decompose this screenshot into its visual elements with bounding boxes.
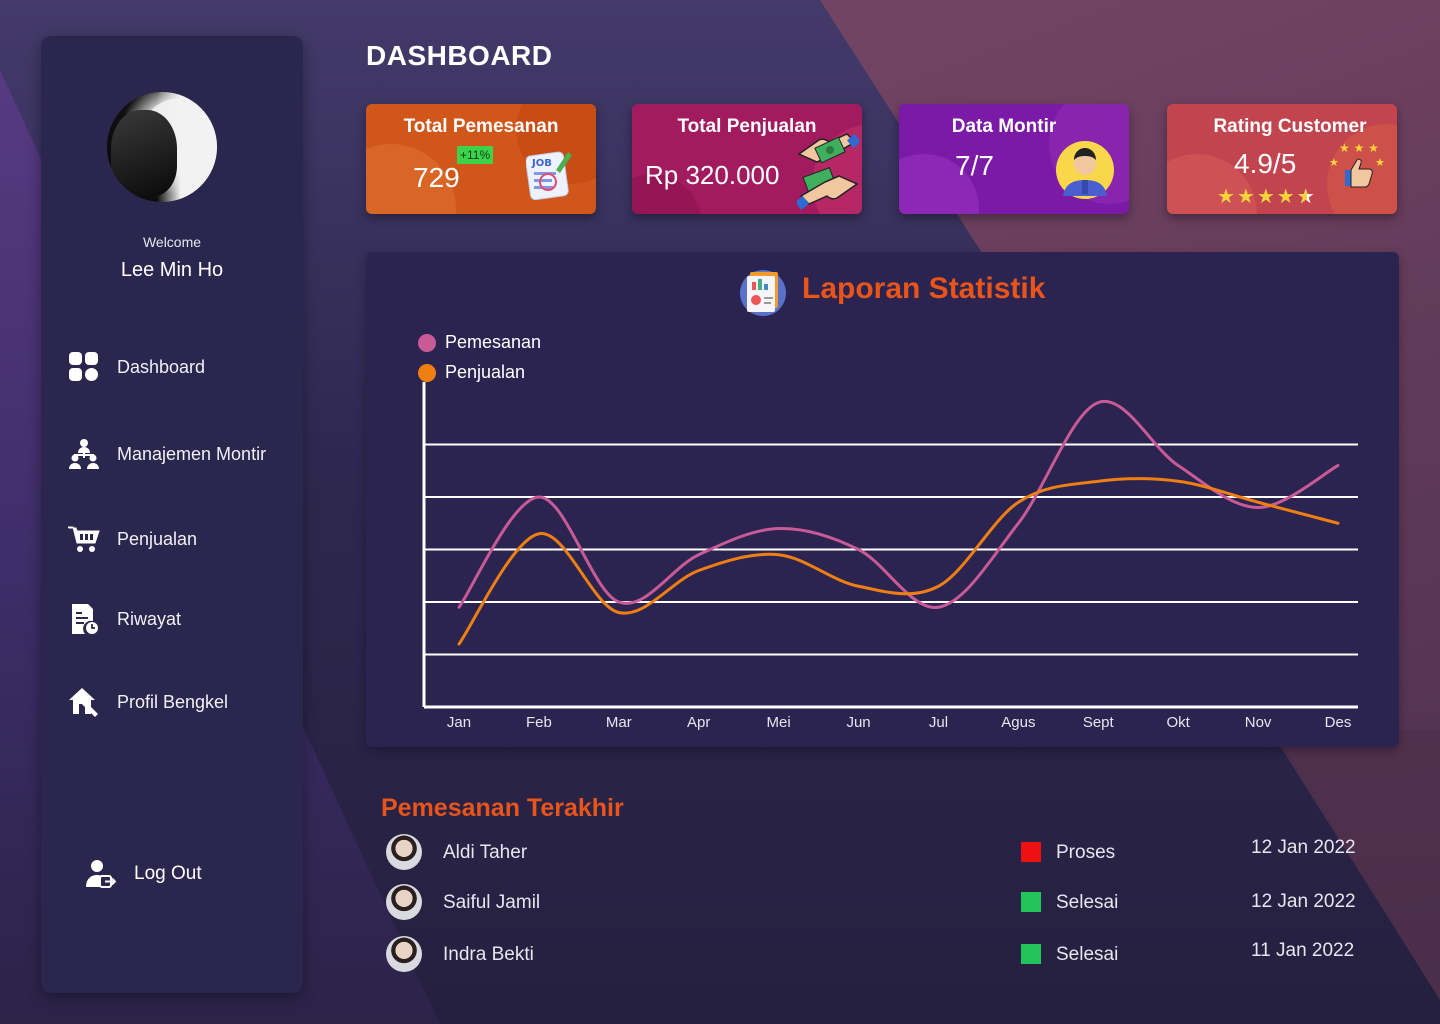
- nav-profil-bengkel[interactable]: Profil Bengkel: [67, 685, 228, 719]
- status-indicator: [1021, 892, 1041, 912]
- order-row[interactable]: Saiful Jamil Selesai 12 Jan 2022: [386, 884, 1366, 924]
- team-hierarchy-icon: [67, 437, 101, 471]
- x-tick-label: Jan: [447, 714, 471, 731]
- rating-stars: ★★★★★★: [1217, 186, 1317, 208]
- money-exchange-icon: [794, 132, 862, 214]
- svg-text:★ ★ ★: ★ ★ ★: [1339, 141, 1379, 155]
- order-date: 12 Jan 2022: [1251, 891, 1356, 912]
- card-total-penjualan[interactable]: Total Penjualan Rp 320.000: [632, 104, 862, 214]
- order-status: Proses: [1056, 842, 1116, 863]
- card-title: Total Pemesanan: [403, 116, 559, 137]
- order-status: Selesai: [1056, 892, 1119, 913]
- x-tick-label: Feb: [526, 714, 552, 731]
- nav-penjualan[interactable]: Penjualan: [67, 522, 197, 556]
- x-tick-label: Jun: [846, 714, 870, 731]
- status-indicator: [1021, 842, 1041, 862]
- x-tick-label: Okt: [1167, 714, 1191, 731]
- svg-text:★: ★: [1329, 156, 1339, 169]
- nav-riwayat[interactable]: Riwayat: [67, 602, 181, 636]
- series-line-penjualan: [457, 477, 1340, 646]
- nav-riwayat-label: Riwayat: [117, 608, 182, 629]
- card-data-montir[interactable]: Data Montir 7/7: [899, 104, 1129, 214]
- growth-badge: +11%: [457, 146, 494, 164]
- logout-button[interactable]: Log Out: [85, 858, 202, 890]
- recent-orders-title: Pemesanan Terakhir: [381, 794, 624, 822]
- customer-avatar: [386, 884, 422, 920]
- nav-penjualan-label: Penjualan: [117, 528, 198, 549]
- x-tick-label: Jul: [929, 714, 948, 731]
- x-tick-label: Apr: [687, 714, 710, 731]
- nav-profil-bengkel-label: Profil Bengkel: [117, 691, 229, 712]
- x-tick-label: Agus: [1001, 714, 1035, 731]
- customer-name: Aldi Taher: [443, 842, 528, 863]
- customer-name: Indra Bekti: [443, 944, 534, 965]
- order-row[interactable]: Aldi Taher Proses 12 Jan 2022: [386, 834, 1366, 874]
- order-row[interactable]: Indra Bekti Selesai 11 Jan 2022: [386, 936, 1366, 976]
- card-title: Rating Customer: [1213, 116, 1367, 137]
- card-total-pemesanan[interactable]: Total Pemesanan 729 +11% JOB: [366, 104, 596, 214]
- username: Lee Min Ho: [120, 259, 224, 281]
- customer-avatar: [386, 834, 422, 870]
- card-title: Data Montir: [951, 116, 1057, 137]
- shopping-cart-icon: [67, 522, 101, 556]
- x-tick-label: Mei: [767, 714, 791, 731]
- svg-text:JOB: JOB: [531, 158, 552, 169]
- page-title: DASHBOARD: [366, 40, 553, 71]
- customer-name: Saiful Jamil: [443, 892, 541, 913]
- house-wrench-icon: [67, 685, 101, 719]
- card-value: 729: [413, 162, 460, 193]
- mechanic-avatar-icon: [1055, 140, 1115, 205]
- user-logout-icon: [85, 858, 117, 890]
- svg-text:★: ★: [1375, 156, 1385, 169]
- x-tick-label: Mar: [606, 714, 632, 731]
- thumbs-up-stars-icon: ★ ★ ★ ★ ★: [1329, 140, 1387, 197]
- nav-dashboard[interactable]: Dashboard: [67, 350, 205, 384]
- nav-manajemen-montir[interactable]: Manajemen Montir: [67, 437, 266, 471]
- status-indicator: [1021, 944, 1041, 964]
- line-chart: Jan Feb Mar Apr Mei Jun Jul Agus Sept Okt Nov Des: [422, 382, 1358, 731]
- card-value: Rp 320.000: [645, 160, 780, 190]
- welcome-label: Welcome: [142, 234, 202, 250]
- nav-dashboard-label: Dashboard: [117, 356, 206, 377]
- x-tick-label: Sept: [1083, 714, 1115, 731]
- card-value: 4.9/5: [1234, 148, 1297, 179]
- document-history-icon: [67, 602, 101, 636]
- chart-panel: Laporan Statistik Pemesanan Penjualan Ja…: [366, 252, 1399, 747]
- card-rating-customer[interactable]: Rating Customer 4.9/5 ★★★★★★ ★ ★ ★★ ★: [1167, 104, 1397, 214]
- x-tick-label: Nov: [1245, 714, 1272, 731]
- order-status: Selesai: [1056, 944, 1119, 965]
- logout-label: Log Out: [134, 863, 202, 884]
- x-tick-label: Des: [1325, 714, 1352, 731]
- card-value: 7/7: [955, 150, 994, 181]
- job-document-icon: JOB: [525, 148, 574, 205]
- customer-avatar: [386, 936, 422, 972]
- user-avatar[interactable]: [107, 92, 217, 202]
- sidebar: Welcome Lee Min Ho Dashboard Manajemen M…: [41, 36, 303, 993]
- nav-manajemen-montir-label: Manajemen Montir: [117, 443, 267, 464]
- dashboard-grid-icon: [67, 350, 101, 384]
- order-date: 12 Jan 2022: [1251, 837, 1356, 858]
- order-date: 11 Jan 2022: [1251, 940, 1355, 961]
- series-line-pemesanan: [457, 399, 1340, 609]
